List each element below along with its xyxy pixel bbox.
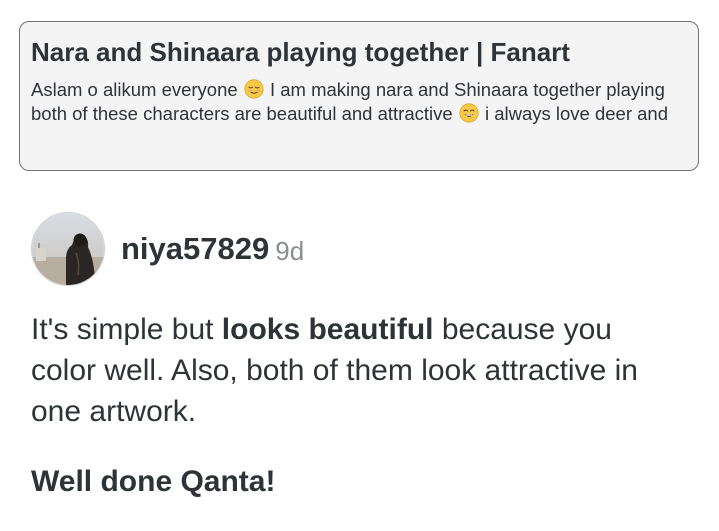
comment-closing-line: Well done Qanta! (31, 465, 276, 498)
comment-text-bold: looks beautiful (221, 313, 434, 346)
comment-text-part-1: It's simple but (31, 313, 222, 346)
relieved-face-icon (244, 79, 264, 99)
post-excerpt-text-1: Aslam o alikum everyone (31, 79, 238, 100)
grinning-face-icon (459, 102, 479, 123)
avatar[interactable] (31, 212, 105, 286)
comment-thread-view: Nara and Shinaara playing together | Fan… (0, 0, 719, 531)
post-title[interactable]: Nara and Shinaara playing together | Fan… (31, 36, 687, 68)
comment-timestamp: 9d (275, 235, 305, 266)
comment-username[interactable]: niya57829 (121, 231, 269, 267)
comment-header: niya57829 9d (31, 211, 304, 287)
comment-text: It's simple but looks beautiful because … (31, 309, 671, 432)
comment-body: It's simple but looks beautiful because … (31, 309, 671, 432)
post-excerpt: Aslam o alikum everyone I am making nara… (31, 78, 696, 125)
post-excerpt-text-3: i always love deer and (484, 102, 668, 124)
user-avatar-image (32, 213, 104, 285)
linked-post-card[interactable]: Nara and Shinaara playing together | Fan… (19, 21, 699, 171)
